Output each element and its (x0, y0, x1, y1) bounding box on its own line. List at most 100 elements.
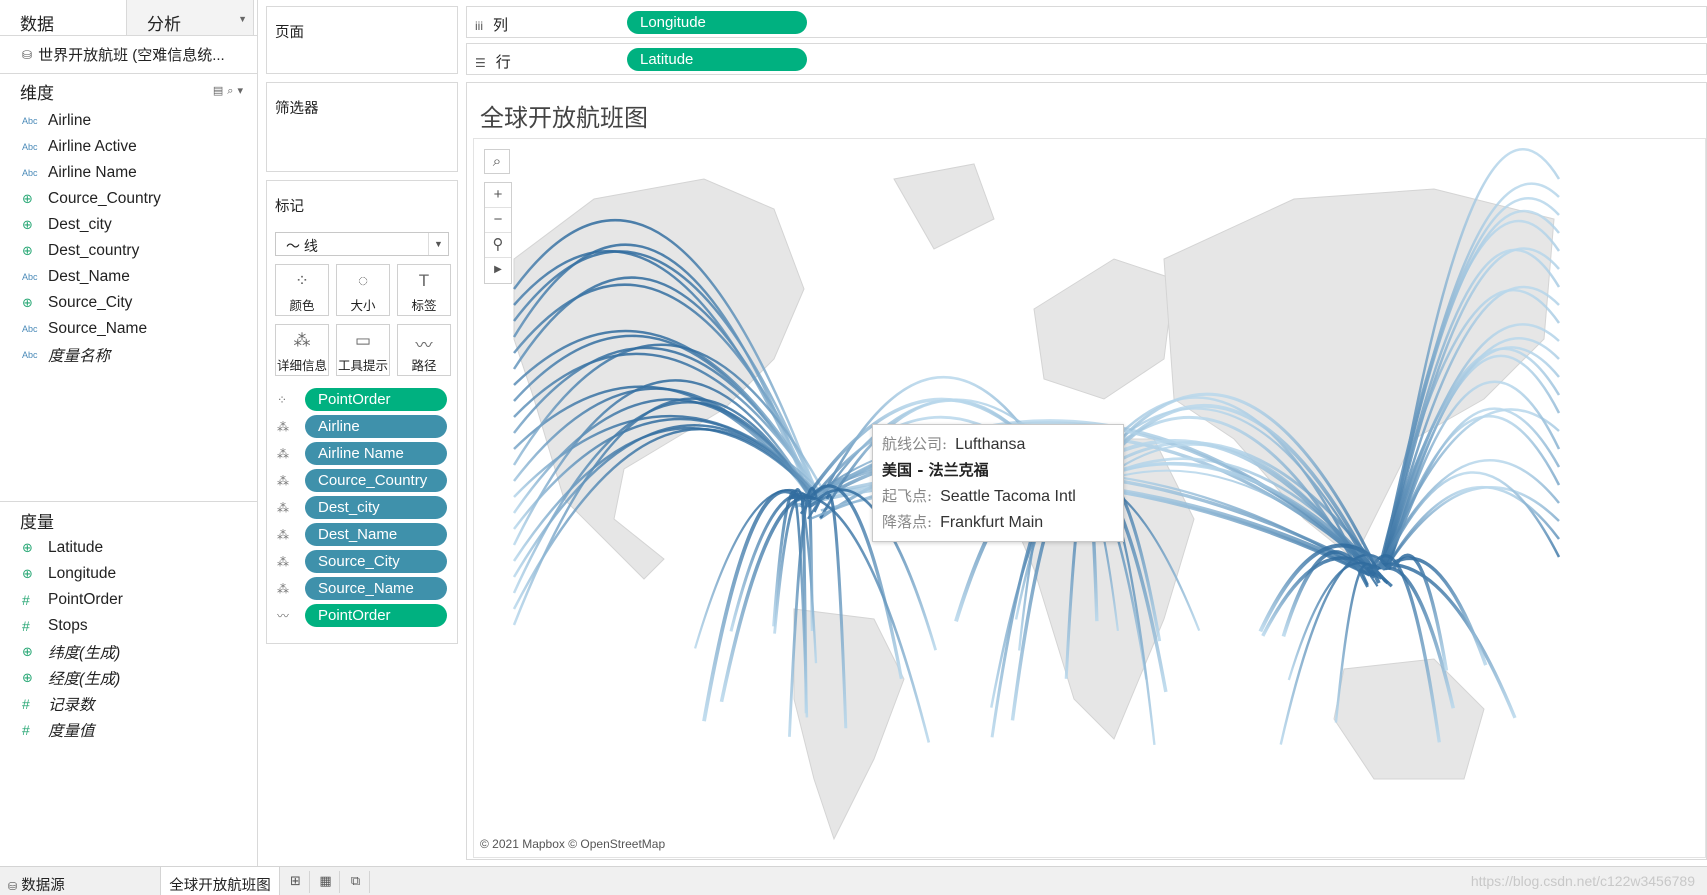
detail-icon[interactable]: ⁂ (277, 474, 305, 488)
mark-type-value: 线 (303, 238, 318, 254)
mark-pill[interactable]: Cource_Country (305, 469, 447, 492)
detail-icon[interactable]: ⁂ (277, 528, 305, 542)
data-pane: 数据 分析 ▼ ⛁ 世界开放航班 (空难信息统... 维度 ▤⌕▾ Abc Air… (0, 0, 258, 866)
detail-icon[interactable]: ⁂ (277, 501, 305, 515)
mark-button-label[interactable]: T 标签 (397, 264, 451, 316)
longitude-pill[interactable]: Longitude (627, 11, 807, 34)
field-item[interactable]: Abc Dest_Name (0, 264, 257, 290)
color-icon[interactable]: ⁘ (277, 393, 305, 407)
tooltip-dest-value: Frankfurt Main (940, 514, 1044, 531)
field-name: Airline Name (48, 164, 137, 181)
globe-icon: ⊕ (22, 644, 33, 659)
mark-button-tooltip[interactable]: ▭ 工具提示 (336, 324, 390, 376)
new-story-icon[interactable]: ⧉ (342, 871, 370, 893)
tab-analysis[interactable]: 分析 ▼ (127, 0, 254, 35)
field-name: Source_Name (48, 320, 148, 337)
play-icon[interactable]: ▶ (485, 258, 511, 283)
view-list-icon[interactable]: ▤ (213, 85, 227, 97)
landmass-shape (793, 608, 905, 841)
tooltip-source: 起飞点: Seattle Tacoma Intl (882, 485, 1123, 511)
detail-icon[interactable]: ⁂ (277, 447, 305, 461)
watermark: https://blog.csdn.net/c122w3456789 (1470, 873, 1695, 889)
field-item[interactable]: ⊕ Latitude (0, 535, 257, 561)
mark-pill[interactable]: Source_Name (305, 577, 447, 600)
marks-title: 标记 (275, 199, 304, 215)
path-icon: 〰 (415, 336, 433, 355)
measures-header: 度量 (0, 501, 257, 535)
chevron-down-icon[interactable]: ▾ (237, 85, 247, 97)
field-item[interactable]: ⊕ 纬度(生成) (0, 639, 257, 665)
mark-button-path[interactable]: 〰路径 (397, 324, 451, 376)
search-icon[interactable]: ⌕ (484, 149, 510, 174)
pin-icon[interactable]: ⚲ (485, 233, 511, 258)
viz-title[interactable]: 全球开放航班图 (480, 98, 648, 133)
detail-icon: ⁂ (293, 331, 311, 350)
tab-sheet[interactable]: 全球开放航班图 (160, 867, 280, 895)
field-name: PointOrder (48, 591, 123, 608)
mark-pill[interactable]: PointOrder (305, 604, 447, 627)
rows-shelf[interactable]: ☰ 行 Latitude (466, 43, 1707, 75)
field-name: Dest_Name (48, 268, 130, 285)
field-item[interactable]: Abc Airline Name (0, 160, 257, 186)
mark-type-select[interactable]: 〜 线 ▼ (275, 232, 449, 256)
filters-card[interactable]: 筛选器 (266, 82, 458, 172)
field-name: 度量值 (48, 723, 95, 740)
mark-button-detail[interactable]: ⁂ 详细信息 (275, 324, 329, 376)
field-item[interactable]: ⊕ Longitude (0, 561, 257, 587)
mark-button-label: 标签 (411, 299, 437, 313)
globe-icon: ⊕ (22, 243, 33, 258)
mark-pills: ⁘ PointOrder ⁂ Airline ⁂ Airline Name ⁂ Cource_… (267, 386, 457, 629)
latitude-pill[interactable]: Latitude (627, 48, 807, 71)
tab-datasource[interactable]: ⛁ 数据源 (8, 867, 65, 895)
zoom-out-icon[interactable]: − (485, 208, 511, 233)
field-item[interactable]: # Stops (0, 613, 257, 639)
field-item[interactable]: ⊕ Dest_country (0, 238, 257, 264)
mark-pill[interactable]: Source_City (305, 550, 447, 573)
mark-pill-row: ⁂ Cource_Country (277, 467, 457, 494)
mark-button-color[interactable]: ⁘ 颜色 (275, 264, 329, 316)
detail-icon[interactable]: ⁂ (277, 420, 305, 434)
search-icon[interactable]: ⌕ (227, 85, 237, 97)
measures-list: ⊕ Latitude ⊕ Longitude # PointOrder # Stops ⊕ 纬度(… (0, 535, 257, 743)
detail-icon[interactable]: ⁂ (277, 555, 305, 569)
mark-pill-row: ⁂ Dest_Name (277, 521, 457, 548)
field-item[interactable]: Abc 度量名称 (0, 342, 257, 368)
mark-pill[interactable]: PointOrder (305, 388, 447, 411)
datasource-item[interactable]: ⛁ 世界开放航班 (空难信息统... (0, 36, 257, 74)
mark-button-size[interactable]: ◌ 大小 (336, 264, 390, 316)
mark-pill[interactable]: Dest_city (305, 496, 447, 519)
field-name: Source_City (48, 294, 133, 311)
field-item[interactable]: Abc Airline (0, 108, 257, 134)
tooltip-airline-label: 航线公司: (882, 435, 948, 453)
field-item[interactable]: ⊕ Cource_Country (0, 186, 257, 212)
columns-shelf[interactable]: iii 列 Longitude (466, 6, 1707, 38)
new-dashboard-icon[interactable]: ▦ (312, 871, 340, 893)
mark-button-label: 大小 (350, 299, 376, 313)
mark-pill[interactable]: Airline (305, 415, 447, 438)
chevron-down-icon[interactable]: ▼ (428, 233, 448, 255)
field-item[interactable]: # 记录数 (0, 691, 257, 717)
globe-icon: ⊕ (22, 191, 33, 206)
globe-icon: ⊕ (22, 566, 33, 581)
chevron-down-icon[interactable]: ▼ (238, 14, 247, 24)
field-item[interactable]: Abc Airline Active (0, 134, 257, 160)
path-icon[interactable]: 〰 (277, 607, 305, 624)
field-item[interactable]: # PointOrder (0, 587, 257, 613)
field-item[interactable]: ⊕ 经度(生成) (0, 665, 257, 691)
number-type-icon: # (22, 696, 30, 712)
mark-pill[interactable]: Airline Name (305, 442, 447, 465)
tab-data[interactable]: 数据 (0, 0, 127, 35)
pages-card[interactable]: 页面 (266, 6, 458, 74)
field-item[interactable]: ⊕ Source_City (0, 290, 257, 316)
mark-pill[interactable]: Dest_Name (305, 523, 447, 546)
detail-icon[interactable]: ⁂ (277, 582, 305, 596)
field-item[interactable]: ⊕ Dest_city (0, 212, 257, 238)
tooltip-icon: ▭ (354, 331, 372, 350)
new-worksheet-icon[interactable]: ⊞ (282, 871, 310, 893)
zoom-in-icon[interactable]: + (485, 183, 511, 208)
mark-pill-row: 〰 PointOrder (277, 602, 457, 629)
field-item[interactable]: Abc Source_Name (0, 316, 257, 342)
field-name: 度量名称 (48, 348, 111, 365)
field-item[interactable]: # 度量值 (0, 717, 257, 743)
map-attribution[interactable]: © 2021 Mapbox © OpenStreetMap (480, 837, 665, 851)
